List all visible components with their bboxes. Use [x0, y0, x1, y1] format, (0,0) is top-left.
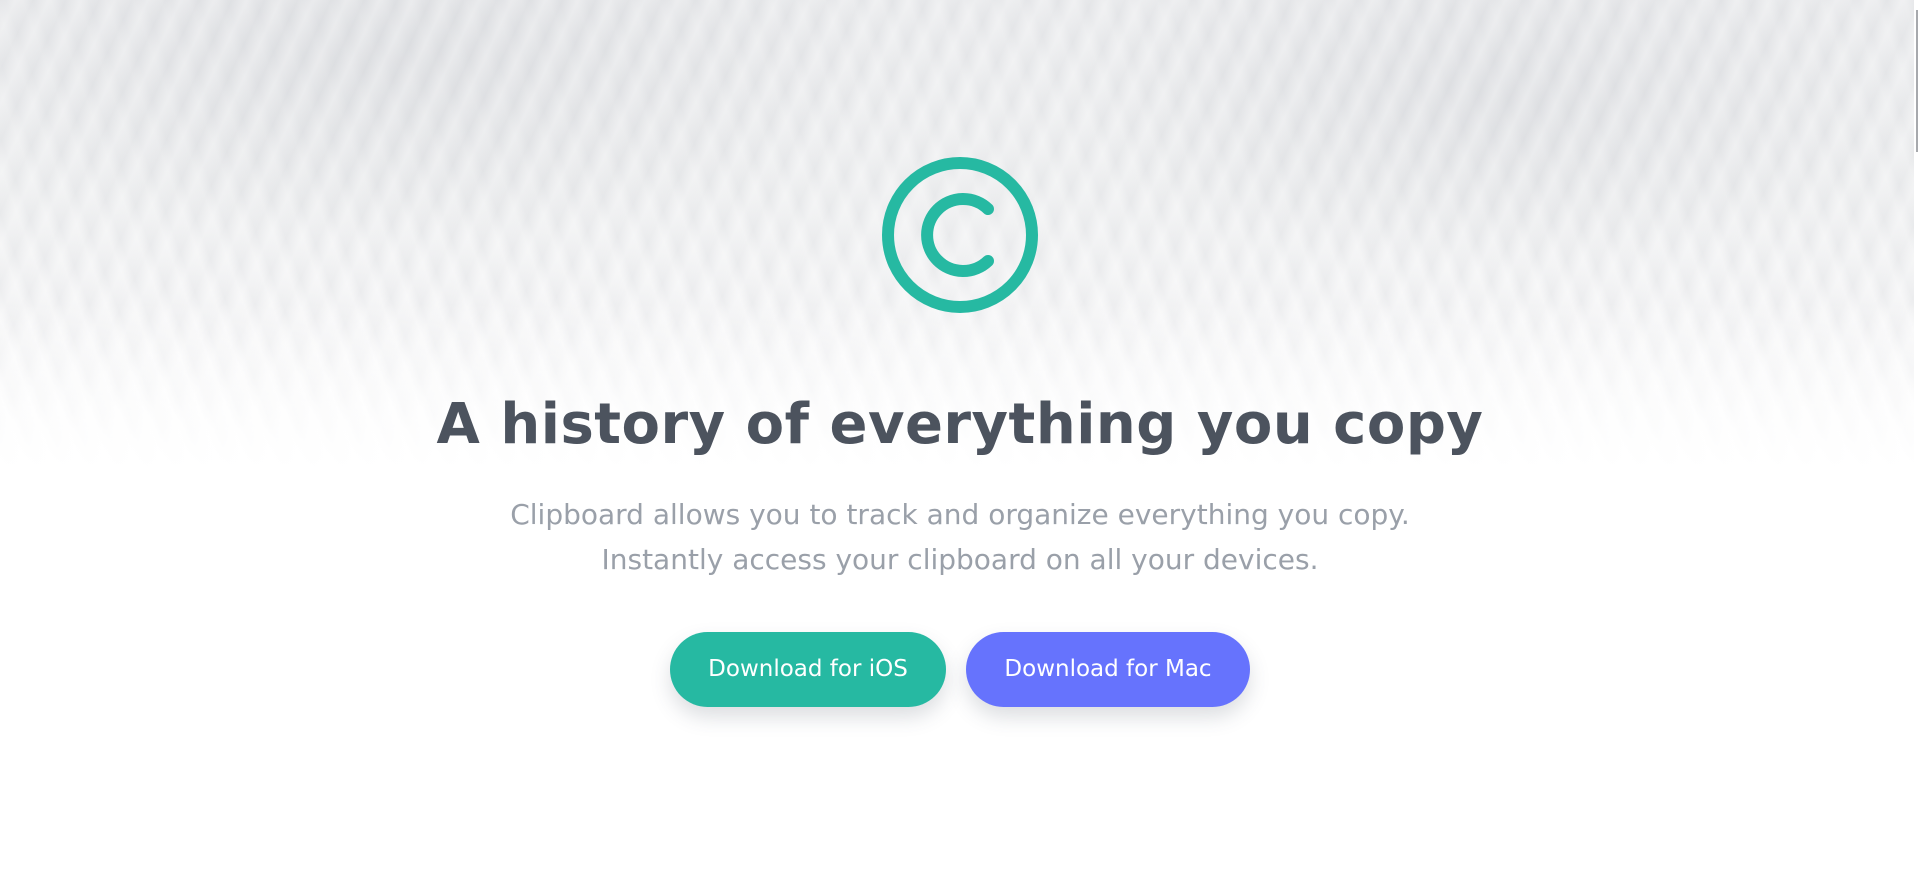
hero-subtitle: Clipboard allows you to track and organi… [0, 492, 1920, 582]
landing-page: A history of everything you copy Clipboa… [0, 0, 1920, 870]
download-mac-button[interactable]: Download for Mac [966, 632, 1250, 707]
clipboard-logo-icon [882, 157, 1038, 313]
scrollbar-thumb[interactable] [1916, 10, 1918, 152]
subtitle-line-2: Instantly access your clipboard on all y… [601, 543, 1319, 576]
download-ios-button[interactable]: Download for iOS [670, 632, 946, 707]
subtitle-line-1: Clipboard allows you to track and organi… [510, 498, 1410, 531]
page-title: A history of everything you copy [436, 392, 1484, 457]
page-scrollbar[interactable] [1914, 0, 1920, 870]
